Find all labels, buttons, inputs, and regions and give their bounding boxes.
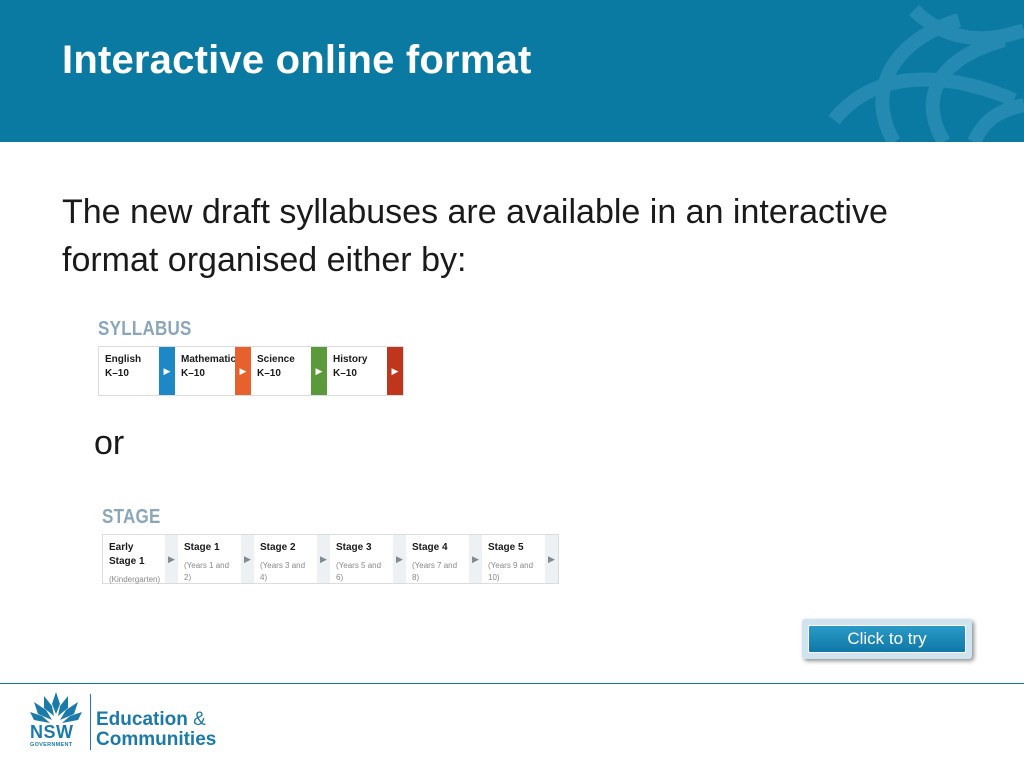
caret-right-icon[interactable]: ▶ — [393, 535, 406, 583]
logo-communities-word: Communities — [96, 729, 217, 750]
stage-5-sub: (Years 9 and 10) — [488, 561, 534, 582]
syllabus-history-sub: K–10 — [333, 368, 357, 379]
stage-1-sub: (Years 1 and 2) — [184, 561, 230, 582]
stage-tab-stage-4[interactable]: Stage 4 (Years 7 and 8) ▶ — [406, 535, 482, 583]
stage-2-sub: (Years 3 and 4) — [260, 561, 306, 582]
stage-4-name: Stage 4 — [412, 542, 448, 553]
syllabus-nav: English K–10 ▶ Mathematics K–10 ▶ Scienc… — [98, 346, 404, 396]
syllabus-mathematics-sub: K–10 — [181, 368, 205, 379]
syllabus-tab-science[interactable]: Science K–10 ▶ — [251, 347, 327, 395]
caret-right-icon[interactable]: ▶ — [387, 347, 403, 395]
logo-ampersand: & — [193, 709, 206, 730]
syllabus-history-label: History K–10 — [327, 347, 387, 395]
stage-label: STAGE — [102, 506, 161, 528]
stage-3-sub: (Years 5 and 6) — [336, 561, 382, 582]
syllabus-science-name: Science — [257, 354, 295, 365]
stage-3-name: Stage 3 — [336, 542, 372, 553]
caret-right-icon[interactable]: ▶ — [311, 347, 327, 395]
stage-5-label: Stage 5 (Years 9 and 10) — [482, 535, 545, 583]
syllabus-english-sub: K–10 — [105, 368, 129, 379]
stage-1-name: Stage 1 — [184, 542, 220, 553]
syllabus-english-name: English — [105, 354, 142, 365]
caret-right-icon[interactable]: ▶ — [159, 347, 175, 395]
logo-education-word: Education — [96, 709, 188, 730]
header-bar: Interactive online format — [0, 0, 1024, 142]
stage-early-name: Early Stage 1 — [109, 542, 145, 567]
stage-tab-stage-1[interactable]: Stage 1 (Years 1 and 2) ▶ — [178, 535, 254, 583]
stage-4-label: Stage 4 (Years 7 and 8) — [406, 535, 469, 583]
stage-early-sub: (Kindergarten) — [109, 575, 161, 584]
caret-right-icon[interactable]: ▶ — [165, 535, 178, 583]
stage-4-sub: (Years 7 and 8) — [412, 561, 458, 582]
click-to-try-button[interactable]: Click to try — [808, 625, 966, 653]
footer-divider — [0, 683, 1024, 684]
logo-education-text: Education & Communities — [96, 710, 216, 750]
stage-3-label: Stage 3 (Years 5 and 6) — [330, 535, 393, 583]
logo-divider — [90, 694, 91, 750]
click-to-try-button-frame: Click to try — [802, 619, 972, 659]
caret-right-icon[interactable]: ▶ — [235, 347, 251, 395]
stage-tab-stage-5[interactable]: Stage 5 (Years 9 and 10) ▶ — [482, 535, 558, 583]
syllabus-mathematics-name: Mathematics — [181, 354, 242, 365]
page-title: Interactive online format — [62, 38, 532, 82]
syllabus-tab-history[interactable]: History K–10 ▶ — [327, 347, 403, 395]
syllabus-tab-english[interactable]: English K–10 ▶ — [99, 347, 175, 395]
caret-right-icon[interactable]: ▶ — [469, 535, 482, 583]
logo-government-text: GOVERNMENT — [30, 742, 73, 748]
syllabus-science-sub: K–10 — [257, 368, 281, 379]
syllabus-history-name: History — [333, 354, 368, 365]
nsw-education-logo: NSW GOVERNMENT Education & Communities — [28, 690, 228, 756]
caret-right-icon[interactable]: ▶ — [317, 535, 330, 583]
or-text: or — [94, 424, 125, 462]
stage-tab-stage-3[interactable]: Stage 3 (Years 5 and 6) ▶ — [330, 535, 406, 583]
syllabus-english-label: English K–10 — [99, 347, 159, 395]
stage-5-name: Stage 5 — [488, 542, 524, 553]
syllabus-science-label: Science K–10 — [251, 347, 311, 395]
intro-text: The new draft syllabuses are available i… — [62, 193, 888, 279]
stage-1-label: Stage 1 (Years 1 and 2) — [178, 535, 241, 583]
stage-nav: Early Stage 1 (Kindergarten) ▶ Stage 1 (… — [102, 534, 559, 584]
stage-tab-stage-2[interactable]: Stage 2 (Years 3 and 4) ▶ — [254, 535, 330, 583]
waratah-icon — [30, 692, 82, 723]
syllabus-label: SYLLABUS — [98, 318, 192, 340]
stage-early-label: Early Stage 1 (Kindergarten) — [103, 535, 165, 584]
syllabus-mathematics-label: Mathematics K–10 — [175, 347, 242, 395]
stage-tab-early-stage-1[interactable]: Early Stage 1 (Kindergarten) ▶ — [103, 535, 178, 584]
stage-2-label: Stage 2 (Years 3 and 4) — [254, 535, 317, 583]
waratah-watermark-icon — [828, 4, 1024, 142]
caret-right-icon[interactable]: ▶ — [545, 535, 558, 583]
stage-2-name: Stage 2 — [260, 542, 296, 553]
logo-nsw-text: NSW — [30, 722, 74, 742]
syllabus-tab-mathematics[interactable]: Mathematics K–10 ▶ — [175, 347, 251, 395]
caret-right-icon[interactable]: ▶ — [241, 535, 254, 583]
